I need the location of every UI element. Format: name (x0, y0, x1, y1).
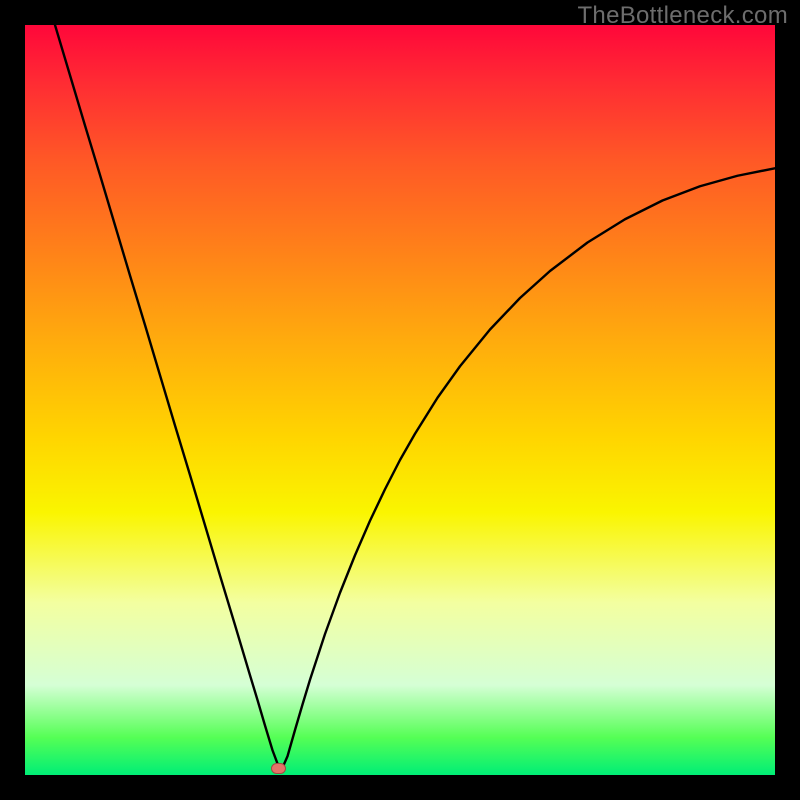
optimal-point-marker (271, 763, 286, 774)
chart-frame: TheBottleneck.com (0, 0, 800, 800)
bottleneck-curve (55, 25, 775, 768)
plot-area (25, 25, 775, 775)
curve-svg (25, 25, 775, 775)
watermark-text: TheBottleneck.com (577, 2, 788, 30)
